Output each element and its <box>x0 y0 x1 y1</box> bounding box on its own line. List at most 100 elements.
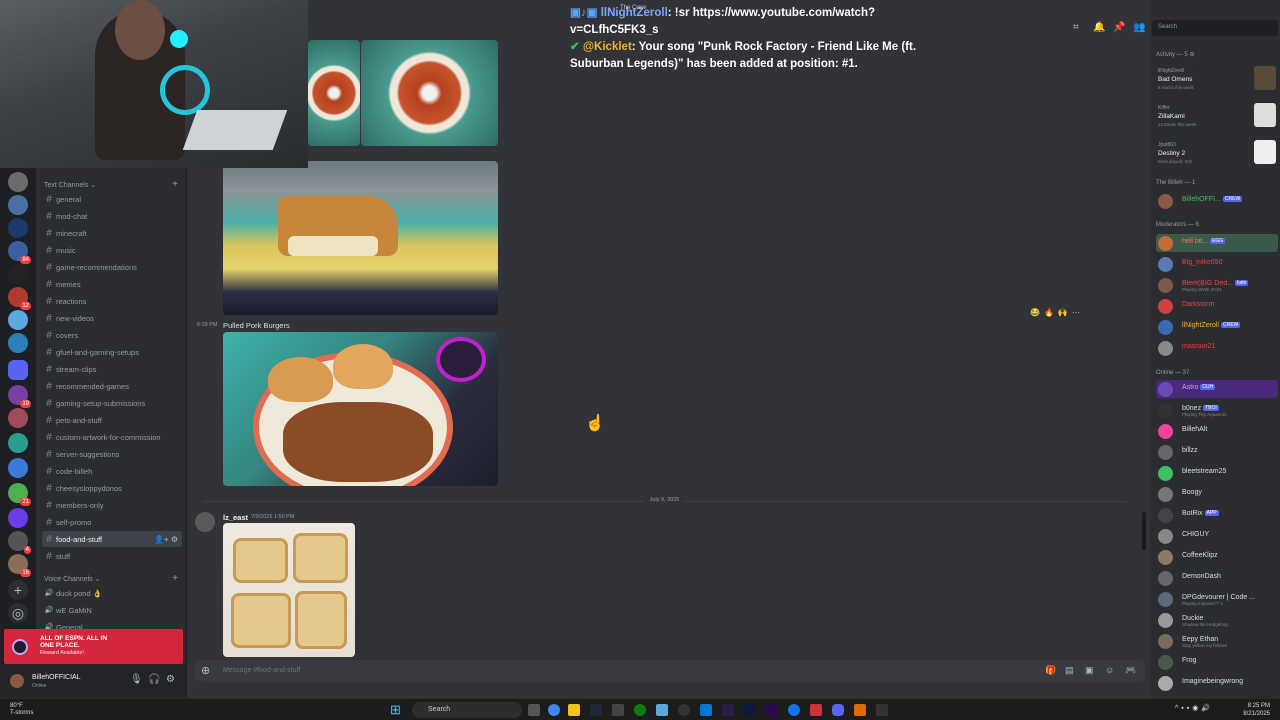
channel-custom-artwork-for-commission[interactable]: # custom-artwork-for-commission <box>42 429 182 445</box>
member-item[interactable]: llNightZeroll CREW <box>1156 318 1278 336</box>
voice-channel[interactable]: 🔊 wE GaMiN <box>42 602 182 618</box>
server-icon[interactable] <box>8 360 28 380</box>
member-item[interactable]: Darkstorm <box>1156 297 1278 315</box>
notification-bell-icon[interactable]: 🔔 <box>1093 22 1105 33</box>
channel-stream-clips[interactable]: # stream-clips <box>42 361 182 377</box>
weather-widget[interactable]: 80°F T-storms <box>10 703 33 717</box>
burger-image[interactable] <box>223 332 498 486</box>
member-item[interactable]: BillehOFFI... CREW <box>1156 192 1278 210</box>
gift-icon[interactable]: 🎁 <box>1045 665 1056 676</box>
channel-memes[interactable]: # memes <box>42 276 182 292</box>
task-view-icon[interactable] <box>528 704 540 716</box>
avatar[interactable] <box>10 674 24 688</box>
member-item[interactable]: CHIGUY <box>1156 527 1278 545</box>
avatar[interactable] <box>1158 487 1173 502</box>
premiere-icon[interactable] <box>766 704 778 716</box>
settings-gear-icon[interactable]: ⚙ <box>166 674 175 685</box>
member-item[interactable]: b0nez TBOI Playing Tiny Aquarium <box>1156 401 1278 419</box>
microphone-icon[interactable]: 🎙 <box>130 674 143 685</box>
clock[interactable]: 8:25 PM 8/21/2025 <box>1243 702 1270 718</box>
channel-members-only[interactable]: # members-only <box>42 497 182 513</box>
member-item[interactable]: Duckie Shadow the Hedgehog <box>1156 611 1278 629</box>
headphones-icon[interactable]: 🎧 <box>148 674 160 685</box>
message-author[interactable]: lz_east <box>223 513 248 522</box>
avatar[interactable] <box>1158 194 1173 209</box>
create-voice-channel-icon[interactable]: + <box>172 573 178 584</box>
message-composer[interactable]: ⊕ Message #food-and-stuff 🎁 ▤ ▣ ☺ 🎮 <box>195 660 1145 682</box>
server-icon[interactable]: 4 <box>8 531 31 554</box>
channel-food-and-stuff[interactable]: # food-and-stuff 👤+ ⚙ <box>42 531 182 547</box>
scrollbar[interactable] <box>1142 512 1146 550</box>
avatar[interactable] <box>1158 257 1173 272</box>
activity-card[interactable]: Jpat863 Destiny 2 Most played: 52h <box>1154 138 1278 168</box>
server-icon[interactable] <box>8 172 28 192</box>
username[interactable]: BillehOFFICIAL <box>32 674 81 681</box>
member-item[interactable]: DemonDash <box>1156 569 1278 587</box>
sticker-icon[interactable]: ▣ <box>1085 665 1094 676</box>
activity-card[interactable]: Kiffer ZillaKami 12 tracks this week <box>1154 101 1278 131</box>
steam-icon[interactable] <box>590 704 602 716</box>
channel-general[interactable]: # general <box>42 191 182 207</box>
channel-recommended-games[interactable]: # recommended-games <box>42 378 182 394</box>
cake-image[interactable] <box>223 161 498 315</box>
server-icon[interactable] <box>8 333 28 353</box>
text-channels-category[interactable]: Text Channels ⌄ <box>44 181 96 189</box>
avatar[interactable] <box>1158 613 1173 628</box>
avatar[interactable] <box>1158 299 1173 314</box>
avatar[interactable] <box>1158 320 1173 335</box>
channel-covers[interactable]: # covers <box>42 327 182 343</box>
member-item[interactable]: CoffeeKlipz <box>1156 548 1278 566</box>
voice-channels-category[interactable]: Voice Channels ⌄ <box>44 575 100 583</box>
avatar[interactable] <box>1158 341 1173 356</box>
member-item[interactable]: hell bit... EGG <box>1156 234 1278 252</box>
channel-pets-and-stuff[interactable]: # pets-and-stuff <box>42 412 182 428</box>
gif-icon[interactable]: ▤ <box>1065 665 1074 676</box>
app-icon[interactable] <box>788 704 800 716</box>
message-actions-bar[interactable]: 😂🔥🙌⋯ <box>1030 308 1130 322</box>
system-tray[interactable]: ^▪▪◉🔊 <box>1175 704 1213 712</box>
app-icon[interactable] <box>656 704 668 716</box>
member-item[interactable]: DPGdevourer | Code ... Playing Injustice™… <box>1156 590 1278 608</box>
server-icon[interactable] <box>8 508 28 528</box>
discord-icon[interactable] <box>832 704 844 716</box>
avatar[interactable] <box>1158 550 1173 565</box>
chrome-icon[interactable] <box>548 704 560 716</box>
discover-icon[interactable]: ◎ <box>8 603 28 623</box>
apps-icon[interactable]: 🎮 <box>1125 665 1136 676</box>
windows-start-icon[interactable]: ⊞ <box>390 703 404 717</box>
pin-icon[interactable]: 📌 <box>1113 22 1125 33</box>
server-icon[interactable] <box>8 408 28 428</box>
server-icon[interactable] <box>8 218 28 238</box>
avatar[interactable] <box>1158 424 1173 439</box>
voice-channel[interactable]: 🔊 duck pond 👌 <box>42 585 182 601</box>
member-item[interactable]: Frog <box>1156 653 1278 671</box>
avatar[interactable] <box>1158 445 1173 460</box>
channel-music[interactable]: # music <box>42 242 182 258</box>
channel-self-promo[interactable]: # self-promo <box>42 514 182 530</box>
app-icon[interactable] <box>700 704 712 716</box>
member-item[interactable]: bleetstream25 <box>1156 464 1278 482</box>
avatar[interactable] <box>1158 655 1173 670</box>
member-item[interactable]: BillehAlt <box>1156 422 1278 440</box>
avatar[interactable] <box>1158 382 1173 397</box>
member-item[interactable]: billzz <box>1156 443 1278 461</box>
search-input[interactable]: Search <box>1152 20 1278 36</box>
server-icon[interactable] <box>8 195 28 215</box>
taskbar-search[interactable]: Search <box>412 702 522 718</box>
member-item[interactable]: BotRix APP <box>1156 506 1278 524</box>
member-item[interactable]: Eepy Ethan Stay yellow my fellows <box>1156 632 1278 650</box>
channel-new-videos[interactable]: # new-videos <box>42 310 182 326</box>
channel-settings-icon[interactable]: 👤+ ⚙ <box>154 535 178 544</box>
member-item[interactable]: Astro CUH <box>1156 380 1278 398</box>
channel-server-suggestions[interactable]: # server-suggestions <box>42 446 182 462</box>
app-icon[interactable] <box>678 704 690 716</box>
app-icon[interactable] <box>876 704 888 716</box>
photoshop-icon[interactable] <box>744 704 756 716</box>
avatar[interactable] <box>195 512 215 532</box>
member-item[interactable]: Boogy <box>1156 485 1278 503</box>
spaghetti-image-right[interactable] <box>361 40 498 146</box>
avatar[interactable] <box>1158 236 1173 251</box>
channel-gaming-setup-submissions[interactable]: # gaming-setup-submissions <box>42 395 182 411</box>
emoji-icon[interactable]: ☺ <box>1105 665 1114 675</box>
avatar[interactable] <box>1158 508 1173 523</box>
